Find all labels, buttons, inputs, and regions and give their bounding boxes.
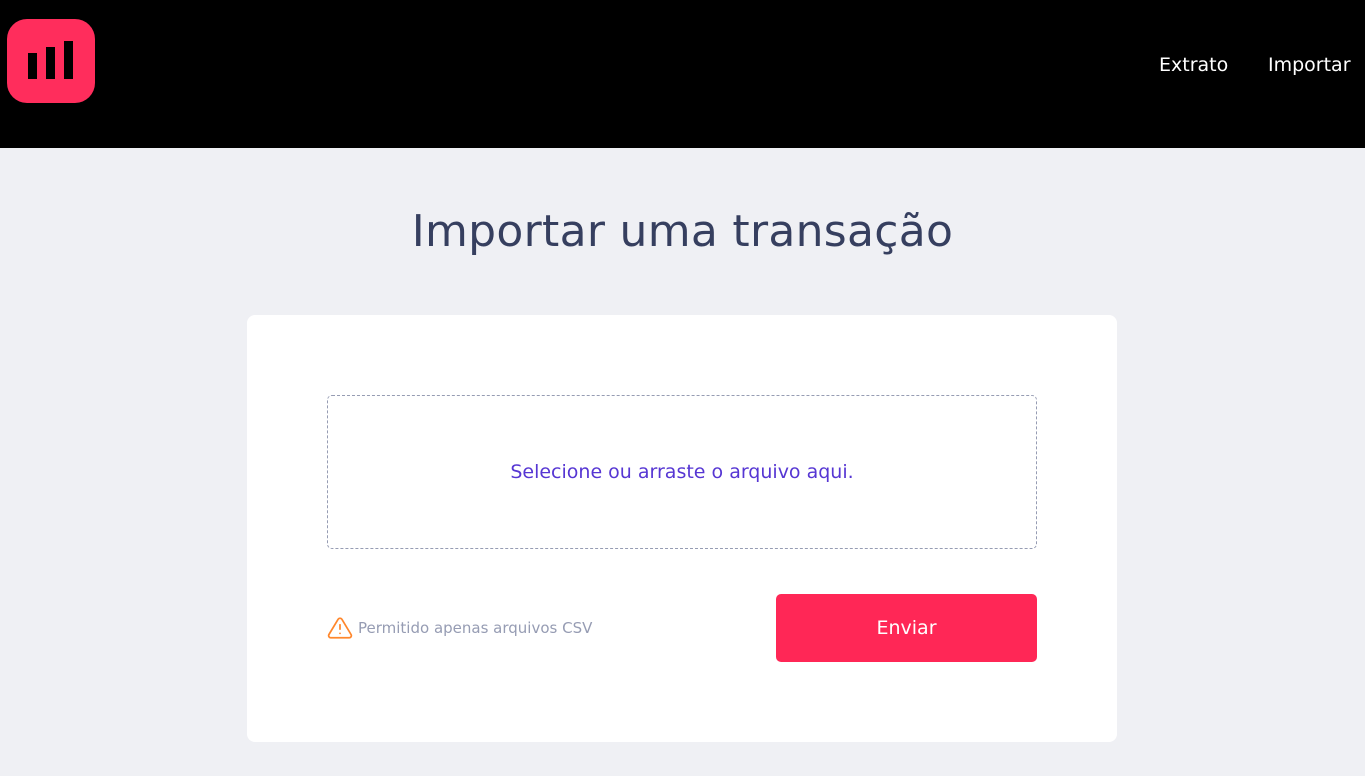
nav-link-extrato[interactable]: Extrato — [1159, 52, 1228, 78]
file-dropzone[interactable]: Selecione ou arraste o arquivo aqui. — [327, 395, 1037, 549]
dropzone-text: Selecione ou arraste o arquivo aqui. — [510, 461, 854, 483]
file-type-hint: Permitido apenas arquivos CSV — [327, 615, 592, 641]
nav-link-importar[interactable]: Importar — [1268, 52, 1351, 78]
hint-text: Permitido apenas arquivos CSV — [358, 619, 593, 637]
alert-triangle-icon — [327, 615, 353, 641]
submit-button[interactable]: Enviar — [776, 594, 1037, 662]
page-title: Importar uma transação — [411, 206, 954, 257]
top-header: Extrato Importar — [0, 0, 1365, 148]
bar-chart-logo-icon[interactable] — [7, 19, 95, 103]
import-card: Selecione ou arraste o arquivo aqui. Per… — [247, 315, 1117, 742]
